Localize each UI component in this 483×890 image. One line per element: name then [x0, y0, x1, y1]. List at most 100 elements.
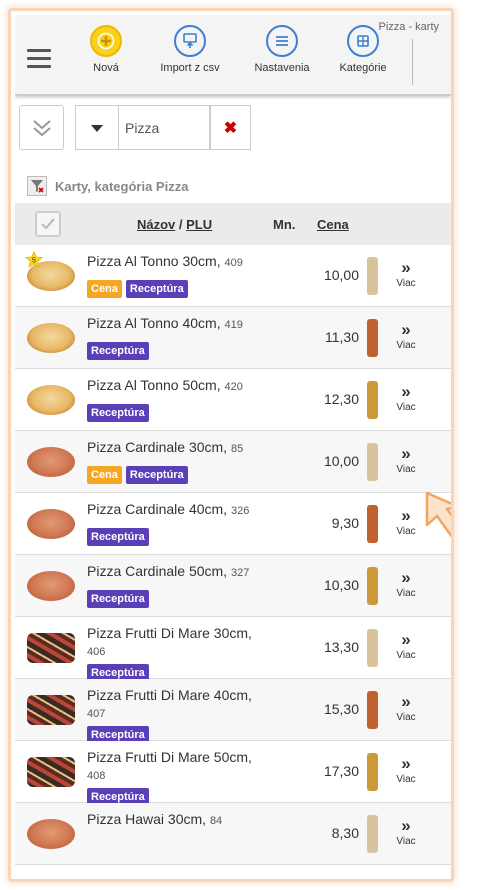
caret-down-icon — [91, 124, 103, 132]
recipe-badge[interactable]: Receptúra — [87, 342, 149, 360]
table-row[interactable]: Pizza Cardinale 30cm, 85 Cena Receptúra 10,… — [15, 431, 451, 493]
table-row[interactable]: Pizza Hawai 30cm, 84 8,30 » Viac — [15, 803, 451, 865]
more-button[interactable]: » Viac — [391, 569, 421, 599]
collapse-button[interactable] — [19, 105, 64, 150]
double-chevron-right-icon: » — [401, 816, 411, 835]
new-button[interactable]: Nová — [81, 25, 131, 74]
table-row[interactable]: Pizza Al Tonno 40cm, 419 Receptúra 11,30 » V… — [15, 307, 451, 369]
table-row[interactable]: Pizza Al Tonno 50cm, 420 Receptúra 12,30 » V… — [15, 369, 451, 431]
clear-filter-button[interactable]: ✖ — [210, 105, 251, 150]
more-label: Viac — [396, 836, 416, 847]
settings-button[interactable]: Nastavenia — [247, 25, 317, 74]
price-badge[interactable]: Cena — [87, 280, 122, 298]
table-row[interactable]: Pizza Frutti Di Mare 40cm, 407 Receptúra 1… — [15, 679, 451, 744]
category-line: Karty, kategória Pizza — [27, 175, 188, 197]
more-button[interactable]: » Viac — [391, 382, 421, 413]
more-button[interactable]: » Viac — [391, 445, 421, 475]
new-button-label: Nová — [93, 62, 119, 74]
table-row[interactable]: Pizza Cardinale 40cm, 326 Receptúra 9,30 » V… — [15, 493, 451, 555]
product-name-text: Pizza Hawai 30cm, — [87, 811, 207, 827]
header-price[interactable]: Cena — [317, 217, 349, 232]
product-price: 12,30 — [323, 391, 359, 407]
table-row[interactable]: 5 Pizza Al Tonno 30cm, 409 Cena Receptúra 10… — [15, 245, 451, 307]
product-plu: 406 — [87, 646, 106, 658]
double-chevron-right-icon: » — [401, 630, 411, 649]
more-label: Viac — [396, 278, 416, 289]
more-button[interactable]: » Viac — [391, 258, 421, 289]
price-badge[interactable]: Cena — [87, 466, 122, 484]
more-button[interactable]: » Viac — [391, 693, 421, 723]
badge-group: Receptúra — [87, 342, 149, 360]
product-plu: 326 — [230, 505, 250, 517]
product-plu: 408 — [87, 770, 106, 782]
more-button[interactable]: » Viac — [391, 630, 421, 661]
more-button[interactable]: » Viac — [391, 816, 421, 847]
more-button[interactable]: » Viac — [391, 755, 421, 785]
pizza-thumbnail — [27, 819, 75, 849]
recipe-badge[interactable]: Receptúra — [125, 466, 188, 484]
color-tag — [367, 815, 378, 853]
product-plu: 407 — [87, 708, 106, 720]
double-chevron-right-icon: » — [401, 382, 411, 401]
header-separator: / — [175, 217, 187, 232]
color-tag — [367, 629, 378, 667]
badge-group: Receptúra — [87, 404, 149, 422]
product-price: 10,00 — [323, 453, 359, 469]
product-price: 10,00 — [323, 267, 359, 283]
recipe-badge[interactable]: Receptúra — [87, 404, 149, 422]
pizza-thumbnail — [27, 695, 75, 725]
close-icon: ✖ — [223, 119, 238, 137]
table-row[interactable]: Pizza Cardinale 50cm, 327 Receptúra 10,30 »… — [15, 555, 451, 617]
more-label: Viac — [396, 402, 416, 413]
svg-text:5: 5 — [32, 258, 36, 265]
recipe-badge[interactable]: Receptúra — [87, 528, 149, 546]
product-name: Pizza Frutti Di Mare 30cm, 406 — [87, 625, 267, 661]
color-tag — [367, 691, 378, 729]
double-chevron-right-icon: » — [401, 320, 411, 339]
product-name: Pizza Al Tonno 40cm, 419 — [87, 315, 267, 334]
app-frame: Nová Import z csv Nastavenia Kategórie P… — [8, 8, 454, 882]
product-price: 17,30 — [323, 763, 359, 779]
plus-icon — [90, 25, 122, 57]
more-label: Viac — [396, 588, 416, 599]
header-plu[interactable]: PLU — [186, 217, 212, 232]
product-price: 8,30 — [331, 825, 359, 841]
product-name-text: Pizza Al Tonno 30cm, — [87, 253, 221, 269]
product-plu: 409 — [224, 257, 243, 269]
select-all-checkbox[interactable] — [35, 211, 61, 237]
table-row[interactable]: Pizza Frutti Di Mare 30cm, 406 Receptúra 1… — [15, 617, 451, 682]
pizza-thumbnail — [27, 571, 75, 601]
pizza-thumbnail — [27, 385, 75, 415]
filter-dropdown-button[interactable] — [75, 105, 118, 150]
product-price: 13,30 — [323, 639, 359, 655]
categories-icon — [347, 25, 379, 57]
product-name-text: Pizza Cardinale 50cm, — [87, 563, 228, 579]
pizza-thumbnail — [27, 633, 75, 663]
product-name: Pizza Al Tonno 30cm, 409 — [87, 253, 267, 272]
import-csv-button[interactable]: Import z csv — [150, 25, 230, 74]
settings-label: Nastavenia — [254, 62, 310, 74]
pizza-thumbnail — [27, 323, 75, 353]
badge-group: Receptúra — [87, 590, 149, 608]
product-plu: 420 — [224, 381, 243, 393]
recipe-badge[interactable]: Receptúra — [87, 590, 149, 608]
table-row[interactable]: Pizza Frutti Di Mare 50cm, 408 Receptúra 1… — [15, 741, 451, 806]
more-button[interactable]: » Viac — [391, 507, 421, 537]
product-name: Pizza Cardinale 30cm, 85 — [87, 439, 267, 458]
product-name-text: Pizza Frutti Di Mare 40cm, — [87, 687, 252, 703]
sort-by-name-header[interactable]: Názov / PLU — [137, 217, 212, 232]
more-button[interactable]: » Viac — [391, 320, 421, 351]
table-header: Názov / PLU Mn. Cena — [15, 203, 451, 245]
filter-input[interactable] — [118, 105, 210, 150]
color-tag — [367, 567, 378, 605]
double-chevron-right-icon: » — [401, 258, 411, 277]
product-name: Pizza Hawai 30cm, 84 — [87, 811, 267, 830]
recipe-badge[interactable]: Receptúra — [125, 280, 188, 298]
menu-icon[interactable] — [27, 49, 51, 69]
header-name[interactable]: Názov — [137, 217, 175, 232]
star-badge-icon: 5 — [25, 251, 43, 268]
filter-remove-icon[interactable] — [27, 176, 47, 196]
toolbar: Nová Import z csv Nastavenia Kategórie P… — [15, 15, 451, 95]
product-name: Pizza Frutti Di Mare 40cm, 407 — [87, 687, 267, 723]
import-icon — [174, 25, 206, 57]
